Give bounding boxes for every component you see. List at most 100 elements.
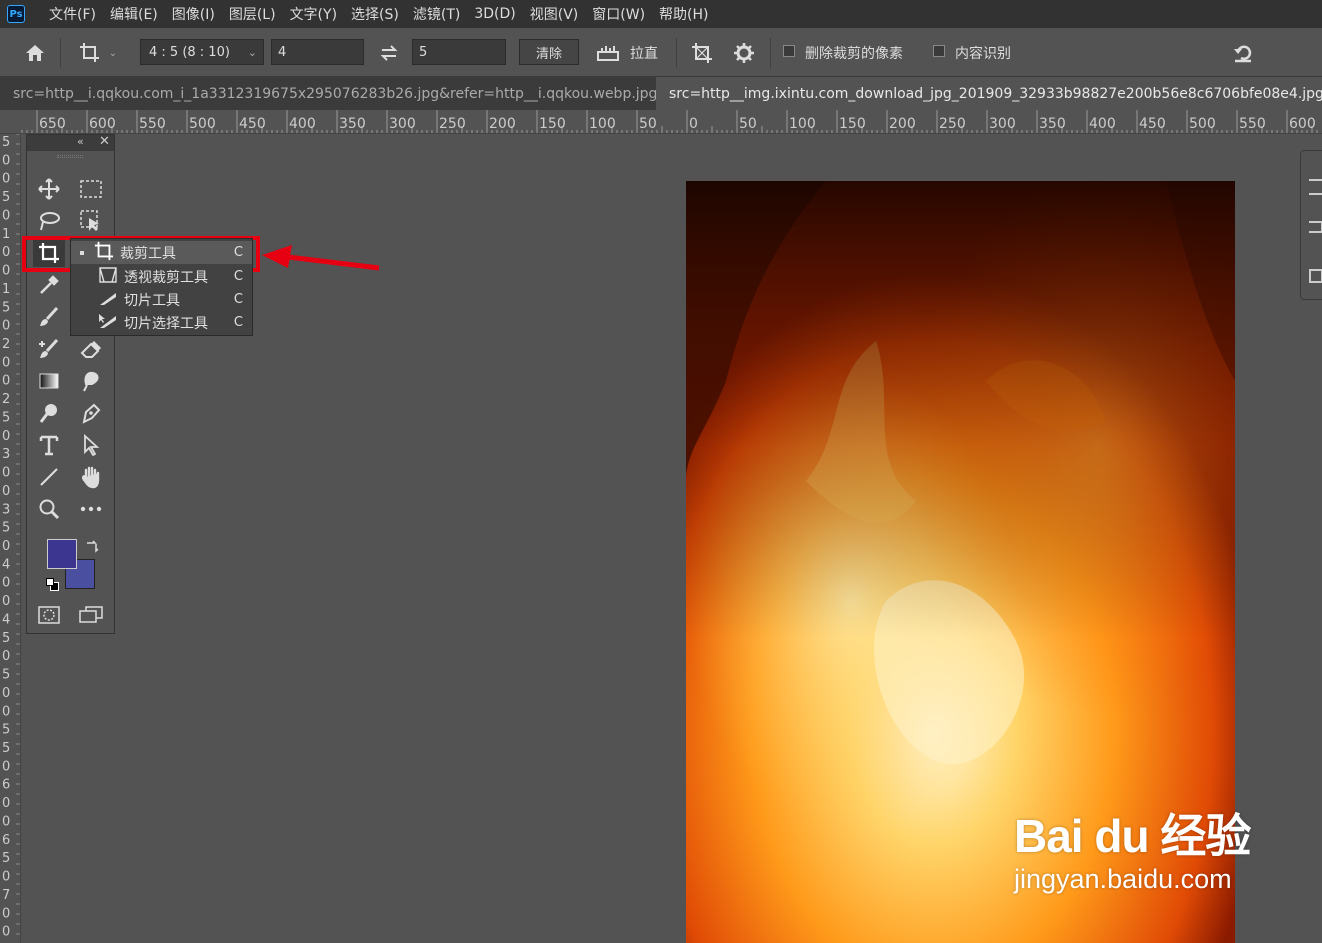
pen-tool-icon[interactable] — [75, 399, 107, 427]
brush-tool-icon[interactable] — [33, 303, 65, 331]
ruler-label: 2 — [2, 392, 10, 407]
ruler-label: 0 — [2, 355, 10, 370]
gradient-tool-icon[interactable] — [33, 367, 65, 395]
type-tool-icon[interactable] — [33, 431, 65, 459]
content-aware-checkbox[interactable] — [933, 45, 945, 57]
flyout-item-slice-tool[interactable]: 切片工具 C — [71, 288, 252, 311]
ruler-label: 5 — [2, 190, 10, 205]
ratio-value: 4 : 5 (8 : 10) — [149, 44, 230, 60]
menu-3d[interactable]: 3D(D) — [467, 6, 522, 22]
smudge-tool-icon[interactable] — [75, 367, 107, 395]
ruler-label: 2 — [2, 337, 10, 352]
close-icon[interactable]: ✕ — [99, 134, 110, 149]
swap-colors-icon[interactable] — [85, 538, 99, 553]
flyout-item-crop-tool[interactable]: 裁剪工具 C — [71, 241, 252, 264]
zoom-tool-icon[interactable] — [33, 495, 65, 523]
tab-document-1[interactable]: src=http__i.qqkou.com_i_1a3312319675x295… — [0, 77, 656, 110]
swap-icon[interactable] — [376, 40, 402, 66]
ruler-label: 600 — [1289, 116, 1316, 132]
ruler-label: 0 — [2, 796, 10, 811]
properties-icon[interactable] — [1309, 179, 1322, 195]
height-field[interactable]: 5 — [412, 39, 506, 65]
lasso-tool-icon[interactable] — [33, 207, 65, 235]
move-tool-icon[interactable] — [33, 175, 65, 203]
ruler-label: 1 — [2, 282, 10, 297]
object-selection-tool-icon[interactable] — [75, 207, 107, 235]
menu-layer[interactable]: 图层(L) — [222, 4, 283, 24]
tab-document-2[interactable]: src=http__img.ixintu.com_download_jpg_20… — [656, 77, 1322, 110]
line-tool-icon[interactable] — [33, 463, 65, 491]
vertical-ruler: 5 0 0 5 0 1 0 0 1 5 0 2 0 0 2 5 0 3 0 0 3 5 0 4 0 0 4 5 0 5 0 0 5 5 0 6 0 0 6 5… — [0, 134, 21, 943]
collapsed-panels-strip[interactable] — [1300, 150, 1322, 300]
document-tabs: src=http__i.qqkou.com_i_1a3312319675x295… — [0, 77, 1322, 110]
menu-edit[interactable]: 编辑(E) — [103, 4, 165, 24]
home-icon[interactable] — [20, 40, 50, 66]
width-field[interactable]: 4 — [271, 39, 364, 65]
ratio-select[interactable]: 4 : 5 (8 : 10) ⌄ — [140, 39, 264, 65]
flyout-item-perspective-crop-tool[interactable]: 透视裁剪工具 C — [71, 265, 252, 288]
menu-bar: Ps 文件(F) 编辑(E) 图像(I) 图层(L) 文字(Y) 选择(S) 滤… — [0, 0, 1322, 28]
grip-icon[interactable] — [57, 155, 83, 158]
crop-icon — [94, 241, 114, 265]
collapse-icon[interactable]: « — [77, 135, 84, 148]
clear-button[interactable]: 清除 — [519, 39, 579, 65]
ruler-label: 0 — [2, 925, 10, 940]
overlay-options-icon[interactable] — [688, 40, 716, 66]
default-colors-icon[interactable] — [46, 578, 60, 592]
perspective-crop-icon — [98, 266, 118, 288]
menu-view[interactable]: 视图(V) — [523, 4, 586, 24]
ruler-label: 300 — [989, 116, 1016, 132]
menu-type[interactable]: 文字(Y) — [283, 4, 344, 24]
horizontal-ruler: 650 600 550 500 450 400 350 300 250 200 150 100 50 0 5… — [0, 110, 1322, 134]
delete-cropped-checkbox[interactable] — [783, 45, 795, 57]
screen-mode-icon[interactable] — [75, 601, 107, 629]
ruler-label: 0 — [2, 594, 10, 609]
menu-file[interactable]: 文件(F) — [42, 4, 103, 24]
clone-stamp-tool-icon[interactable] — [33, 335, 65, 363]
ruler-label: 0 — [2, 686, 10, 701]
chevron-down-icon: ⌄ — [247, 45, 257, 59]
menu-filter[interactable]: 滤镜(T) — [406, 4, 467, 24]
dodge-tool-icon[interactable] — [33, 399, 65, 427]
ruler-label: 5 — [2, 741, 10, 756]
menu-help[interactable]: 帮助(H) — [652, 4, 715, 24]
reset-icon[interactable] — [1228, 40, 1258, 66]
ruler-label: 500 — [1189, 116, 1216, 132]
flyout-item-slice-select-tool[interactable]: 切片选择工具 C — [71, 311, 252, 334]
path-selection-tool-icon[interactable] — [75, 431, 107, 459]
photoshop-logo: Ps — [7, 5, 25, 23]
marquee-tool-icon[interactable] — [75, 175, 107, 203]
toolbox-header[interactable]: « ✕ — [27, 134, 114, 151]
ruler-label: 150 — [839, 116, 866, 132]
straighten-label[interactable]: 拉直 — [630, 40, 658, 66]
red-arrow-annotation — [262, 245, 380, 271]
ruler-label: 100 — [589, 116, 616, 132]
flyout-item-label: 切片选择工具 — [124, 315, 208, 332]
menu-window[interactable]: 窗口(W) — [585, 4, 652, 24]
ruler-label: 600 — [89, 116, 116, 132]
menu-image[interactable]: 图像(I) — [165, 4, 222, 24]
ruler-label: 350 — [1039, 116, 1066, 132]
gear-icon[interactable] — [730, 40, 758, 66]
ruler-label: 200 — [489, 116, 516, 132]
hand-tool-icon[interactable] — [75, 463, 107, 491]
adjustments-icon[interactable] — [1309, 221, 1322, 233]
quick-mask-icon[interactable] — [33, 601, 65, 629]
flyout-item-label: 切片工具 — [124, 292, 180, 309]
ruler-label: 3 — [2, 502, 10, 517]
ruler-label: 5 — [2, 410, 10, 425]
straighten-icon[interactable] — [594, 40, 622, 66]
eyedropper-tool-icon[interactable] — [33, 271, 65, 299]
foreground-color-swatch[interactable] — [47, 539, 77, 569]
baidu-jingyan-watermark: Bai du 经验 jingyan.baidu.com — [1014, 800, 1251, 895]
3d-cube-icon[interactable] — [1309, 269, 1322, 283]
ruler-label: 400 — [1089, 116, 1116, 132]
flyout-item-label: 裁剪工具 — [120, 245, 176, 262]
ruler-label: 250 — [939, 116, 966, 132]
ruler-label: 5 — [2, 300, 10, 315]
eraser-tool-icon[interactable] — [75, 335, 107, 363]
more-tools-icon[interactable] — [75, 495, 107, 523]
watermark-brand: Bai du 经验 — [1014, 810, 1251, 862]
crop-tool-preset-icon[interactable]: ⌄ — [72, 40, 124, 66]
menu-select[interactable]: 选择(S) — [344, 4, 406, 24]
